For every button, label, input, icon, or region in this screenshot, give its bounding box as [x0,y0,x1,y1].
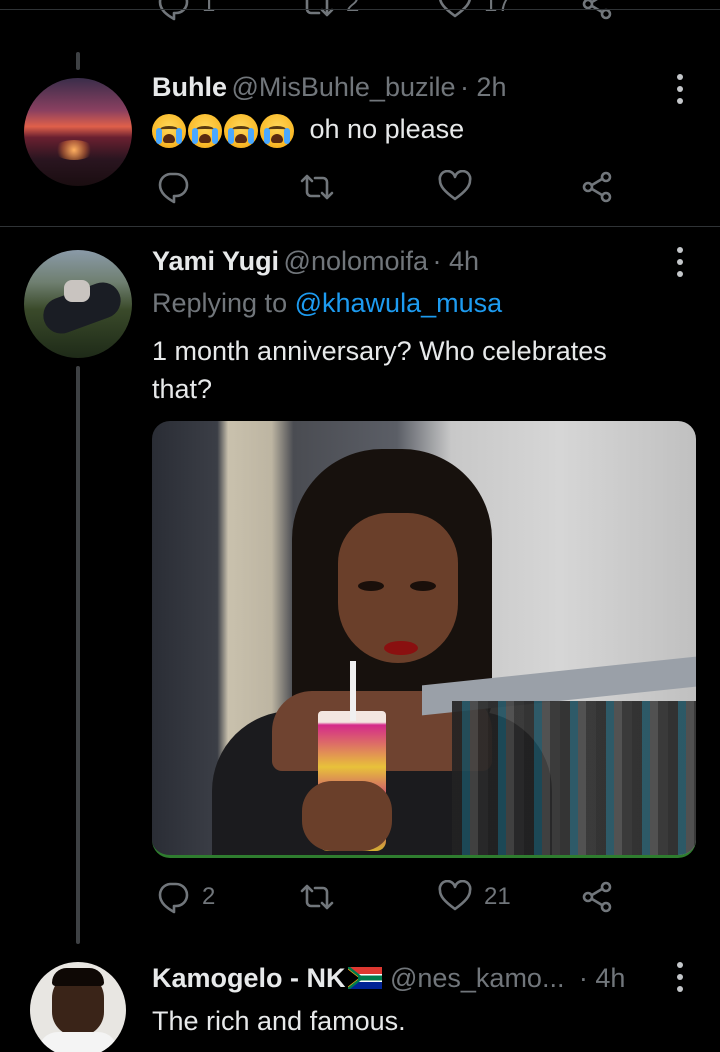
retweet-button[interactable] [300,880,334,914]
retweet-icon [300,174,334,200]
reply-icon [158,882,189,914]
avatar-shirt [38,1032,118,1052]
user-handle[interactable]: @MisBuhle_buzile [231,72,455,102]
south-africa-flag-icon [347,967,382,989]
retweet-icon [305,0,334,17]
like-count: 21 [484,883,511,910]
tweet-image[interactable] [152,421,696,858]
tweet-header: Buhle @MisBuhle_buzile · 2h [152,72,506,103]
retweet-icon [300,884,334,910]
thread-line [76,52,80,70]
more-icon[interactable] [674,247,686,277]
user-handle[interactable]: @nolomoifa [284,246,428,276]
replying-label: Replying to [152,288,288,318]
reply-icon [158,172,189,204]
image-straw [350,661,356,721]
tweet-body: oh no please [309,114,465,144]
like-icon [438,880,472,911]
image-eye [410,581,436,591]
image-eye [358,581,384,591]
reply-button[interactable]: 2 [156,880,215,914]
divider [0,9,720,10]
image-clothes [452,701,696,855]
reply-icon [158,0,189,21]
image-hand [302,781,392,851]
divider [0,226,720,227]
replying-to: Replying to @khawula_musa [152,288,502,319]
crying-emoji [188,113,222,148]
more-icon[interactable] [674,74,686,104]
display-name[interactable]: Kamogelo - NK [152,963,346,993]
thread-line [76,366,80,944]
crying-emoji [260,113,294,148]
mention-link[interactable]: @khawula_musa [295,288,503,318]
share-icon [582,0,612,20]
share-button[interactable] [580,170,614,204]
like-icon [438,170,472,201]
tweet-actions [0,166,720,210]
avatar-light [54,140,94,160]
tweet-text: oh no please [152,110,464,148]
reply-count: 2 [202,883,216,910]
share-icon [582,171,612,203]
more-icon[interactable] [674,962,686,992]
tweet-header: Yami Yugi @nolomoifa · 4h [152,246,479,277]
timestamp[interactable]: · 2h [460,72,507,102]
avatar-hair [52,968,104,986]
previous-tweet-actions: 1 2 17 [0,0,720,26]
crying-emoji-group [152,113,304,148]
timestamp[interactable]: · 4h [579,963,626,993]
like-button[interactable]: 17 [438,0,511,21]
image-lips [384,641,418,655]
reply-button[interactable] [156,170,190,204]
timestamp[interactable]: · 4h [432,246,479,276]
display-name[interactable]: Yami Yugi [152,246,279,276]
retweet-button[interactable]: 2 [300,0,359,21]
like-icon [438,0,472,18]
tweet-header: Kamogelo - NK @nes_kamo... · 4h [152,963,625,994]
user-handle[interactable]: @nes_kamo... [390,963,565,993]
display-name[interactable]: Buhle [152,72,227,102]
share-button[interactable] [580,0,614,21]
tweet-actions: 2 21 [0,876,720,920]
like-button[interactable]: 21 [438,880,511,914]
share-icon [582,881,612,913]
avatar[interactable] [30,962,126,1052]
crying-emoji [152,113,186,148]
retweet-button[interactable] [300,170,334,204]
share-button[interactable] [580,880,614,914]
avatar[interactable] [24,250,132,358]
tweet-body: 1 month anniversary? Who celebrates that… [152,336,607,404]
tweet-body: The rich and famous. [152,1006,406,1036]
avatar-hand [64,280,90,302]
reply-button[interactable]: 1 [156,0,215,21]
crying-emoji [224,113,258,148]
like-button[interactable] [438,170,472,204]
